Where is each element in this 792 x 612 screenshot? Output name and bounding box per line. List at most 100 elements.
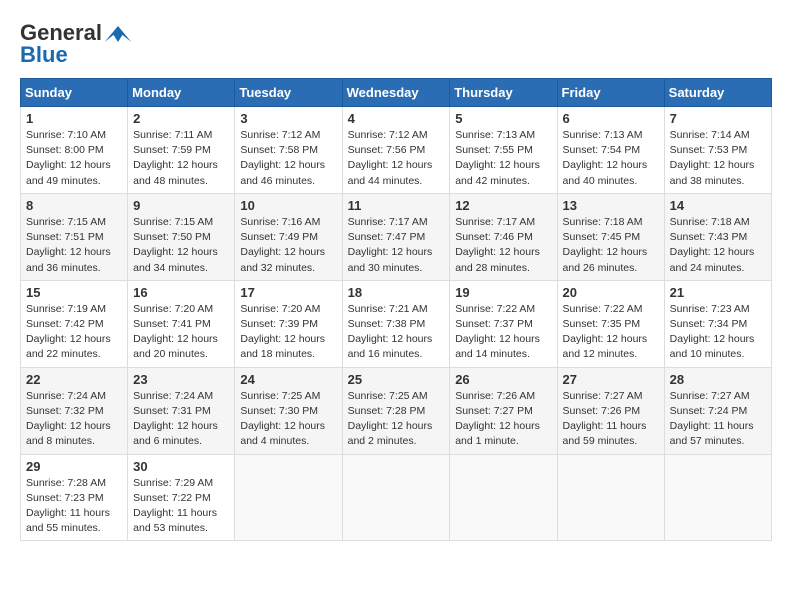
calendar-header-row: SundayMondayTuesdayWednesdayThursdayFrid… bbox=[21, 79, 772, 107]
cell-details: Sunrise: 7:17 AMSunset: 7:46 PMDaylight:… bbox=[455, 215, 551, 276]
calendar-cell: 17 Sunrise: 7:20 AMSunset: 7:39 PMDayligh… bbox=[235, 280, 342, 367]
day-number: 3 bbox=[240, 111, 336, 126]
calendar-cell: 3Sunrise: 7:12 AMSunset: 7:58 PMDaylight… bbox=[235, 107, 342, 194]
day-number: 27 bbox=[563, 372, 659, 387]
day-number: 9 bbox=[133, 198, 229, 213]
day-number: 18 bbox=[348, 285, 445, 300]
calendar-cell bbox=[557, 454, 664, 541]
calendar-cell: 27 Sunrise: 7:27 AMSunset: 7:26 PMDayligh… bbox=[557, 367, 664, 454]
cell-details: Sunrise: 7:19 AMSunset: 7:42 PMDaylight:… bbox=[26, 302, 122, 363]
day-number: 20 bbox=[563, 285, 659, 300]
calendar-cell: 24Sunrise: 7:25 AMSunset: 7:30 PMDayligh… bbox=[235, 367, 342, 454]
day-number: 5 bbox=[455, 111, 551, 126]
day-number: 21 bbox=[670, 285, 766, 300]
calendar-week-row: 22 Sunrise: 7:24 AMSunset: 7:32 PMDayligh… bbox=[21, 367, 772, 454]
calendar-cell: 5 Sunrise: 7:13 AMSunset: 7:55 PMDaylight… bbox=[450, 107, 557, 194]
cell-details: Sunrise: 7:15 AMSunset: 7:50 PMDaylight:… bbox=[133, 215, 229, 276]
calendar-cell: 23Sunrise: 7:24 AMSunset: 7:31 PMDayligh… bbox=[128, 367, 235, 454]
cell-details: Sunrise: 7:14 AMSunset: 7:53 PMDaylight:… bbox=[670, 128, 766, 189]
cell-details: Sunrise: 7:22 AMSunset: 7:37 PMDaylight:… bbox=[455, 302, 551, 363]
cell-details: Sunrise: 7:22 AMSunset: 7:35 PMDaylight:… bbox=[563, 302, 659, 363]
day-number: 8 bbox=[26, 198, 122, 213]
cell-details: Sunrise: 7:20 AMSunset: 7:39 PMDaylight:… bbox=[240, 302, 336, 363]
day-number: 13 bbox=[563, 198, 659, 213]
calendar-cell: 9 Sunrise: 7:15 AMSunset: 7:50 PMDaylight… bbox=[128, 193, 235, 280]
calendar-cell: 30 Sunrise: 7:29 AMSunset: 7:22 PMDayligh… bbox=[128, 454, 235, 541]
calendar-cell bbox=[664, 454, 771, 541]
calendar-cell: 22 Sunrise: 7:24 AMSunset: 7:32 PMDayligh… bbox=[21, 367, 128, 454]
cell-details: Sunrise: 7:25 AMSunset: 7:28 PMDaylight:… bbox=[348, 389, 445, 450]
day-number: 10 bbox=[240, 198, 336, 213]
day-number: 30 bbox=[133, 459, 229, 474]
cell-details: Sunrise: 7:15 AMSunset: 7:51 PMDaylight:… bbox=[26, 215, 122, 276]
calendar-cell: 28Sunrise: 7:27 AMSunset: 7:24 PMDayligh… bbox=[664, 367, 771, 454]
cell-details: Sunrise: 7:20 AMSunset: 7:41 PMDaylight:… bbox=[133, 302, 229, 363]
day-number: 17 bbox=[240, 285, 336, 300]
weekday-header-wednesday: Wednesday bbox=[342, 79, 450, 107]
calendar-cell: 7 Sunrise: 7:14 AMSunset: 7:53 PMDaylight… bbox=[664, 107, 771, 194]
calendar-cell: 21 Sunrise: 7:23 AMSunset: 7:34 PMDayligh… bbox=[664, 280, 771, 367]
day-number: 1 bbox=[26, 111, 122, 126]
cell-details: Sunrise: 7:27 AMSunset: 7:26 PMDaylight:… bbox=[563, 389, 659, 450]
calendar-table: SundayMondayTuesdayWednesdayThursdayFrid… bbox=[20, 78, 772, 541]
day-number: 2 bbox=[133, 111, 229, 126]
day-number: 11 bbox=[348, 198, 445, 213]
cell-details: Sunrise: 7:18 AMSunset: 7:43 PMDaylight:… bbox=[670, 215, 766, 276]
cell-details: Sunrise: 7:16 AMSunset: 7:49 PMDaylight:… bbox=[240, 215, 336, 276]
weekday-header-sunday: Sunday bbox=[21, 79, 128, 107]
calendar-week-row: 15 Sunrise: 7:19 AMSunset: 7:42 PMDayligh… bbox=[21, 280, 772, 367]
calendar-week-row: 1 Sunrise: 7:10 AMSunset: 8:00 PMDaylight… bbox=[21, 107, 772, 194]
calendar-cell: 16 Sunrise: 7:20 AMSunset: 7:41 PMDayligh… bbox=[128, 280, 235, 367]
day-number: 29 bbox=[26, 459, 122, 474]
weekday-header-friday: Friday bbox=[557, 79, 664, 107]
cell-details: Sunrise: 7:13 AMSunset: 7:54 PMDaylight:… bbox=[563, 128, 659, 189]
weekday-header-thursday: Thursday bbox=[450, 79, 557, 107]
weekday-header-saturday: Saturday bbox=[664, 79, 771, 107]
cell-details: Sunrise: 7:11 AMSunset: 7:59 PMDaylight:… bbox=[133, 128, 229, 189]
day-number: 15 bbox=[26, 285, 122, 300]
calendar-week-row: 29 Sunrise: 7:28 AMSunset: 7:23 PMDayligh… bbox=[21, 454, 772, 541]
calendar-cell: 14Sunrise: 7:18 AMSunset: 7:43 PMDayligh… bbox=[664, 193, 771, 280]
calendar-cell: 26Sunrise: 7:26 AMSunset: 7:27 PMDayligh… bbox=[450, 367, 557, 454]
calendar-cell bbox=[342, 454, 450, 541]
day-number: 16 bbox=[133, 285, 229, 300]
cell-details: Sunrise: 7:10 AMSunset: 8:00 PMDaylight:… bbox=[26, 128, 122, 189]
calendar-cell: 18 Sunrise: 7:21 AMSunset: 7:38 PMDayligh… bbox=[342, 280, 450, 367]
cell-details: Sunrise: 7:29 AMSunset: 7:22 PMDaylight:… bbox=[133, 476, 229, 537]
cell-details: Sunrise: 7:17 AMSunset: 7:47 PMDaylight:… bbox=[348, 215, 445, 276]
cell-details: Sunrise: 7:27 AMSunset: 7:24 PMDaylight:… bbox=[670, 389, 766, 450]
calendar-cell: 4Sunrise: 7:12 AMSunset: 7:56 PMDaylight… bbox=[342, 107, 450, 194]
day-number: 6 bbox=[563, 111, 659, 126]
calendar-cell: 20 Sunrise: 7:22 AMSunset: 7:35 PMDayligh… bbox=[557, 280, 664, 367]
cell-details: Sunrise: 7:13 AMSunset: 7:55 PMDaylight:… bbox=[455, 128, 551, 189]
calendar-cell bbox=[235, 454, 342, 541]
day-number: 22 bbox=[26, 372, 122, 387]
calendar-cell: 11 Sunrise: 7:17 AMSunset: 7:47 PMDayligh… bbox=[342, 193, 450, 280]
logo-blue-text: Blue bbox=[20, 42, 68, 68]
day-number: 12 bbox=[455, 198, 551, 213]
calendar-cell: 6 Sunrise: 7:13 AMSunset: 7:54 PMDaylight… bbox=[557, 107, 664, 194]
calendar-cell: 15 Sunrise: 7:19 AMSunset: 7:42 PMDayligh… bbox=[21, 280, 128, 367]
day-number: 7 bbox=[670, 111, 766, 126]
cell-details: Sunrise: 7:24 AMSunset: 7:31 PMDaylight:… bbox=[133, 389, 229, 450]
logo-bird-icon bbox=[104, 26, 132, 42]
page-header: General Blue bbox=[20, 20, 772, 68]
cell-details: Sunrise: 7:21 AMSunset: 7:38 PMDaylight:… bbox=[348, 302, 445, 363]
calendar-cell: 12 Sunrise: 7:17 AMSunset: 7:46 PMDayligh… bbox=[450, 193, 557, 280]
cell-details: Sunrise: 7:23 AMSunset: 7:34 PMDaylight:… bbox=[670, 302, 766, 363]
calendar-cell bbox=[450, 454, 557, 541]
cell-details: Sunrise: 7:24 AMSunset: 7:32 PMDaylight:… bbox=[26, 389, 122, 450]
cell-details: Sunrise: 7:25 AMSunset: 7:30 PMDaylight:… bbox=[240, 389, 336, 450]
calendar-week-row: 8 Sunrise: 7:15 AMSunset: 7:51 PMDaylight… bbox=[21, 193, 772, 280]
logo: General Blue bbox=[20, 20, 134, 68]
day-number: 26 bbox=[455, 372, 551, 387]
calendar-cell: 1 Sunrise: 7:10 AMSunset: 8:00 PMDaylight… bbox=[21, 107, 128, 194]
day-number: 25 bbox=[348, 372, 445, 387]
calendar-cell: 13 Sunrise: 7:18 AMSunset: 7:45 PMDayligh… bbox=[557, 193, 664, 280]
calendar-cell: 8 Sunrise: 7:15 AMSunset: 7:51 PMDaylight… bbox=[21, 193, 128, 280]
calendar-cell: 25 Sunrise: 7:25 AMSunset: 7:28 PMDayligh… bbox=[342, 367, 450, 454]
cell-details: Sunrise: 7:28 AMSunset: 7:23 PMDaylight:… bbox=[26, 476, 122, 537]
cell-details: Sunrise: 7:18 AMSunset: 7:45 PMDaylight:… bbox=[563, 215, 659, 276]
cell-details: Sunrise: 7:12 AMSunset: 7:56 PMDaylight:… bbox=[348, 128, 445, 189]
weekday-header-tuesday: Tuesday bbox=[235, 79, 342, 107]
